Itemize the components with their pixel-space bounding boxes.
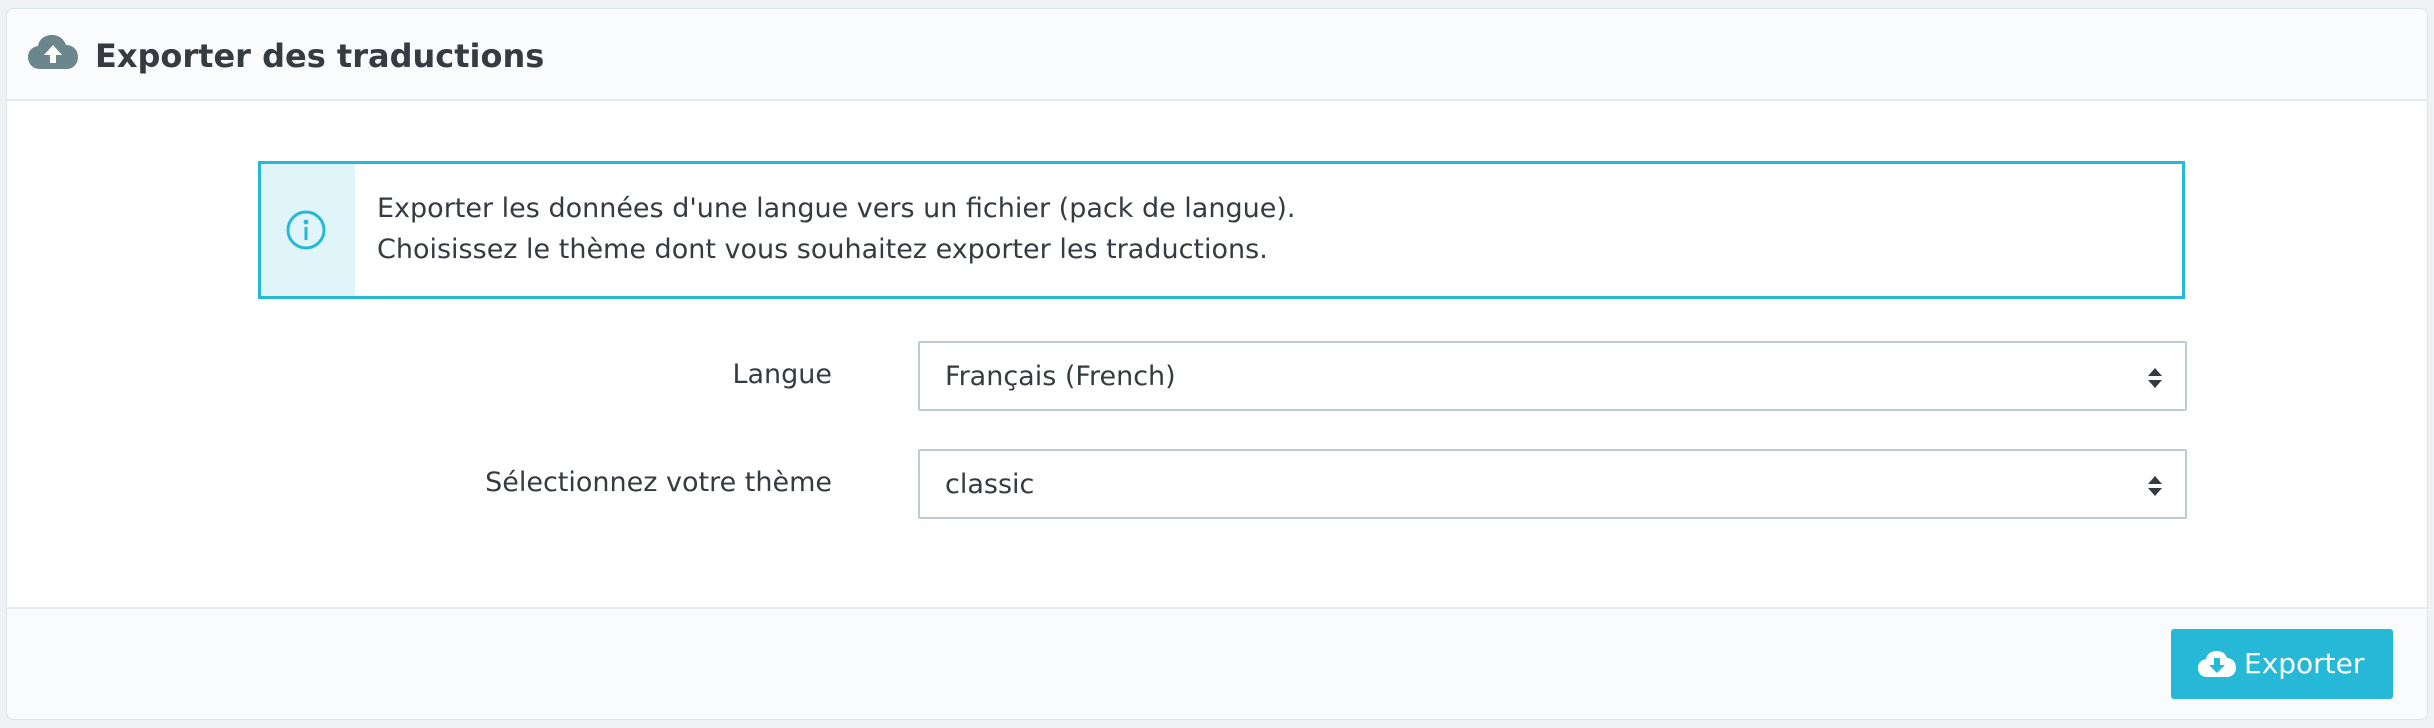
language-select-value: Français (French) bbox=[945, 361, 1176, 392]
cloud-download-icon bbox=[2198, 651, 2236, 677]
alert-text-line-2: Choisissez le thème dont vous souhaitez … bbox=[377, 234, 1268, 265]
export-translations-panel: Exporter des traductions Exporter les do… bbox=[6, 8, 2428, 720]
alert-text-line-1: Exporter les données d'une langue vers u… bbox=[377, 193, 1296, 224]
cloud-upload-icon bbox=[28, 35, 78, 69]
language-label: Langue bbox=[732, 359, 832, 390]
theme-select[interactable]: classic bbox=[918, 449, 2187, 519]
theme-select-value: classic bbox=[945, 469, 1035, 500]
panel-header: Exporter des traductions bbox=[7, 9, 2427, 101]
select-arrows-icon bbox=[2148, 476, 2162, 496]
export-button-label: Exporter bbox=[2244, 647, 2365, 680]
info-alert: Exporter les données d'une langue vers u… bbox=[258, 161, 2185, 299]
export-button[interactable]: Exporter bbox=[2171, 629, 2393, 699]
theme-label: Sélectionnez votre thème bbox=[485, 467, 832, 498]
panel-body: Exporter les données d'une langue vers u… bbox=[7, 101, 2427, 609]
panel-footer: Exporter bbox=[7, 607, 2427, 719]
panel-title: Exporter des traductions bbox=[95, 37, 545, 75]
alert-icon-column bbox=[261, 164, 355, 296]
select-arrows-icon bbox=[2148, 368, 2162, 388]
info-icon bbox=[286, 210, 326, 250]
language-select[interactable]: Français (French) bbox=[918, 341, 2187, 411]
